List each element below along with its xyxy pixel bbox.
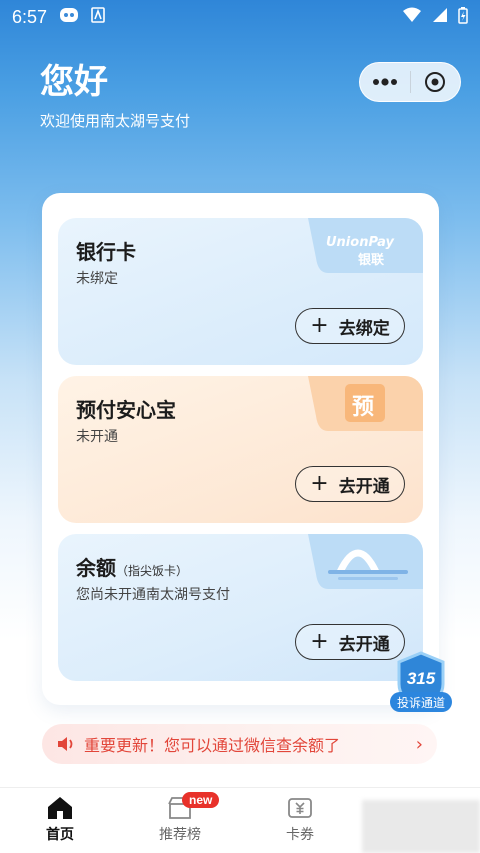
notice-text: 重要更新！您可以通过微信查余额了 <box>84 736 341 755</box>
svg-text:315: 315 <box>407 669 436 688</box>
open-balance-button-label: 去开通 <box>338 634 390 655</box>
tab-label: 首页 <box>46 827 74 843</box>
shield-icon: 315 投诉通道 <box>390 651 452 712</box>
page-subtitle: 欢迎使用南太湖号支付 <box>40 112 191 130</box>
svg-text:银联: 银联 <box>358 252 384 268</box>
notice-bar[interactable]: 重要更新！您可以通过微信查余额了 › <box>42 724 437 764</box>
miniprogram-capsule <box>359 62 461 102</box>
status-bar: 6:57 <box>0 0 480 34</box>
card-status: 您尚未开通南太湖号支付 <box>76 587 230 603</box>
tab-coupons[interactable]: 卡券 <box>240 788 360 853</box>
greeting: 您好 欢迎使用南太湖号支付 <box>40 62 190 131</box>
svg-text:预: 预 <box>352 395 374 420</box>
chevron-right-icon: › <box>415 733 423 755</box>
bridge-logo <box>308 534 423 589</box>
status-time: 6:57 <box>12 6 48 27</box>
notification-icon <box>59 6 79 28</box>
card-status: 未绑定 <box>76 271 118 287</box>
plus-icon: + <box>310 471 329 496</box>
tab-recommend[interactable]: new 推荐榜 <box>120 788 240 853</box>
bind-card-button-label: 去绑定 <box>338 318 390 339</box>
card-title-note: （指尖饭卡） <box>116 564 189 578</box>
card-title: 余额（指尖饭卡） <box>76 556 189 580</box>
plus-icon: + <box>310 313 329 338</box>
bind-card-button[interactable]: + 去绑定 <box>295 308 405 344</box>
speaker-icon <box>58 737 73 751</box>
plus-icon: + <box>310 629 329 654</box>
battery-icon <box>458 6 468 28</box>
unionpay-logo: UnionPay 银联 <box>308 218 423 273</box>
open-prepaid-button-label: 去开通 <box>338 476 390 497</box>
close-miniprogram-button[interactable] <box>411 63 461 101</box>
ticket-icon <box>288 798 312 818</box>
home-icon <box>48 797 72 819</box>
card-status: 未开通 <box>76 429 118 445</box>
signal-icon <box>432 7 448 27</box>
tab-label: 卡券 <box>286 827 314 843</box>
svg-text:UnionPay: UnionPay <box>326 235 395 250</box>
svg-text:投诉通道: 投诉通道 <box>397 695 445 710</box>
more-icon <box>372 78 397 86</box>
complaint-channel-button[interactable]: 315 投诉通道 <box>388 650 454 716</box>
prepaid-logo: 预 <box>308 376 423 431</box>
wifi-icon <box>402 7 422 27</box>
open-prepaid-button[interactable]: + 去开通 <box>295 466 405 502</box>
app-notification-icon <box>91 7 105 27</box>
more-button[interactable] <box>360 63 410 101</box>
tab-home[interactable]: 首页 <box>0 788 120 853</box>
close-target-icon <box>425 72 446 92</box>
tab-label: 推荐榜 <box>159 827 201 843</box>
card-title: 预付安心宝 <box>76 398 176 422</box>
bank-card-card[interactable]: UnionPay 银联 银行卡 未绑定 + 去绑定 <box>58 218 423 365</box>
blurred-area <box>362 800 480 853</box>
page-title: 您好 <box>40 62 108 102</box>
prepaid-card[interactable]: 预 预付安心宝 未开通 + 去开通 <box>58 376 423 523</box>
balance-card[interactable]: 余额（指尖饭卡） 您尚未开通南太湖号支付 + 去开通 <box>58 534 423 681</box>
card-title: 银行卡 <box>76 240 136 264</box>
new-badge: new <box>182 792 220 808</box>
